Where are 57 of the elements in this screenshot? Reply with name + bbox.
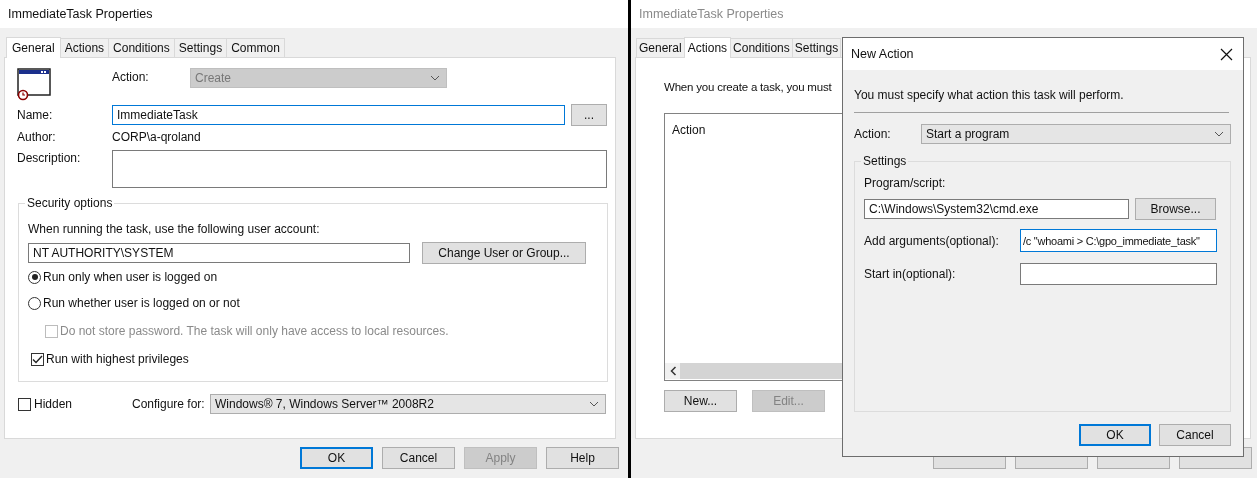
account-prompt: When running the task, use the following user account: — [28, 222, 321, 238]
option-label: Hidden — [34, 397, 74, 411]
chevron-down-icon — [430, 75, 440, 81]
window-title: ImmediateTask Properties — [639, 7, 784, 21]
tab[interactable]: Settings — [173, 38, 228, 57]
instruction-text: You must specify what action this task will perform. — [854, 88, 1125, 104]
chevron-down-icon — [1214, 131, 1224, 137]
dialog-button[interactable]: OK — [1079, 424, 1151, 446]
group-title: Security options — [25, 196, 115, 210]
author-value: CORP\a-qroland — [112, 130, 201, 144]
name-field[interactable]: ImmediateTask — [112, 105, 565, 125]
field-label: Start in(optional): — [864, 267, 957, 281]
window-clock-icon — [17, 68, 51, 101]
column-header: Action — [672, 123, 706, 137]
tab[interactable]: Settings — [791, 38, 842, 57]
radio-button[interactable] — [28, 296, 41, 310]
dialog-button[interactable]: Cancel — [382, 447, 455, 469]
account-field[interactable]: NT AUTHORITY\SYSTEM — [28, 243, 410, 263]
start-in-field[interactable] — [1020, 263, 1217, 285]
description-field[interactable] — [112, 150, 607, 188]
tab[interactable]: General — [636, 38, 685, 57]
window-title: ImmediateTask Properties — [8, 7, 153, 21]
field-label: Name: — [17, 108, 54, 122]
program-field[interactable]: C:\Windows\System32\cmd.exe — [864, 199, 1129, 219]
action-dropdown[interactable]: Start a program — [921, 124, 1231, 144]
field-label: Program/script: — [864, 176, 947, 192]
field-label: Add arguments(optional): — [864, 233, 1000, 248]
checkbox[interactable] — [31, 352, 44, 366]
scroll-left-icon[interactable] — [670, 366, 677, 376]
field-label: Author: — [17, 130, 57, 144]
option-label: Run whether user is logged on or not — [43, 296, 240, 310]
tab[interactable]: Common — [226, 38, 285, 57]
checkbox[interactable] — [18, 397, 31, 411]
option-label: Run only when user is logged on — [43, 270, 218, 284]
option-label: Run with highest privileges — [46, 352, 189, 366]
close-icon[interactable] — [1220, 47, 1233, 61]
arguments-field[interactable]: /c "whoami > C:\gpo_immediate_task" — [1020, 229, 1217, 252]
instruction-text: When you create a task, you must — [664, 81, 832, 95]
field-label: Action: — [112, 70, 150, 84]
field-label: Action: — [854, 127, 892, 141]
group-title: Settings — [861, 154, 909, 168]
option-label: Do not store password. The task will only have access to local resources. — [60, 324, 449, 338]
list-button[interactable]: New... — [664, 390, 737, 412]
more-button[interactable]: ... — [571, 104, 607, 126]
dialog-button[interactable]: OK — [300, 447, 373, 469]
browse-button[interactable]: Browse... — [1135, 198, 1216, 220]
tab[interactable]: General — [6, 37, 61, 58]
change-user-button[interactable]: Change User or Group... — [422, 242, 586, 264]
field-label: Description: — [17, 151, 82, 165]
radio-button[interactable] — [28, 270, 41, 284]
configure-dropdown[interactable]: Windows® 7, Windows Server™ 2008R2 — [210, 394, 606, 414]
dialog-title: New Action — [851, 47, 914, 61]
tab[interactable]: Actions — [683, 37, 732, 58]
field-label: Configure for: — [132, 397, 206, 411]
dialog-button[interactable]: Help — [546, 447, 619, 469]
chevron-down-icon — [589, 401, 599, 407]
dialog-button[interactable]: Cancel — [1159, 424, 1231, 446]
